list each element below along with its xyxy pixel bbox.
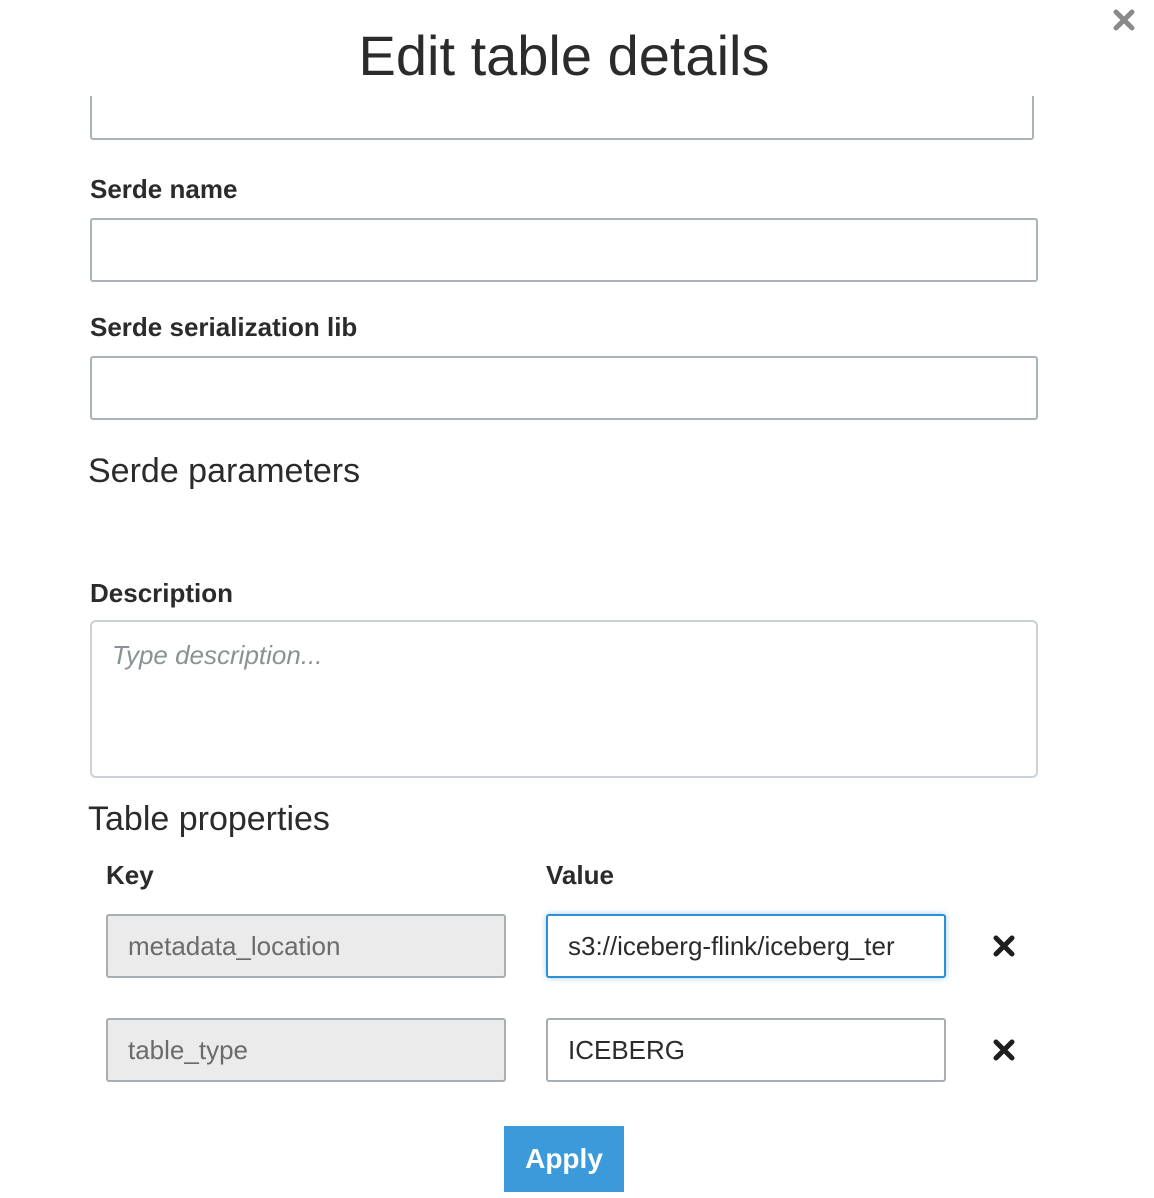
dialog-scroll-area[interactable]: Serde name Serde serialization lib Serde… (0, 96, 1154, 1198)
edit-table-dialog: Edit table details Serde name Serde seri… (0, 0, 1154, 1198)
dialog-title: Edit table details (358, 24, 770, 87)
remove-icon (993, 1039, 1015, 1061)
serde-serialization-lib-input[interactable] (90, 356, 1038, 420)
property-value-input[interactable] (546, 914, 946, 978)
serde-parameters-heading: Serde parameters (88, 452, 361, 490)
property-value-input[interactable] (546, 1018, 946, 1082)
remove-property-button[interactable] (990, 1036, 1018, 1064)
remove-icon (993, 935, 1015, 957)
serde-name-input[interactable] (90, 218, 1038, 282)
remove-property-button[interactable] (990, 932, 1018, 960)
key-column-header: Key (106, 860, 154, 890)
description-label: Description (90, 578, 234, 608)
property-key-input (106, 1018, 506, 1082)
property-key-input (106, 914, 506, 978)
description-textarea[interactable] (90, 620, 1038, 778)
serde-serialization-lib-label: Serde serialization lib (90, 312, 358, 342)
apply-button[interactable]: Apply (504, 1126, 624, 1192)
table-properties-heading: Table properties (88, 800, 330, 838)
serde-name-label: Serde name (90, 174, 238, 204)
previous-field-input[interactable] (90, 96, 1034, 140)
value-column-header: Value (546, 860, 614, 890)
